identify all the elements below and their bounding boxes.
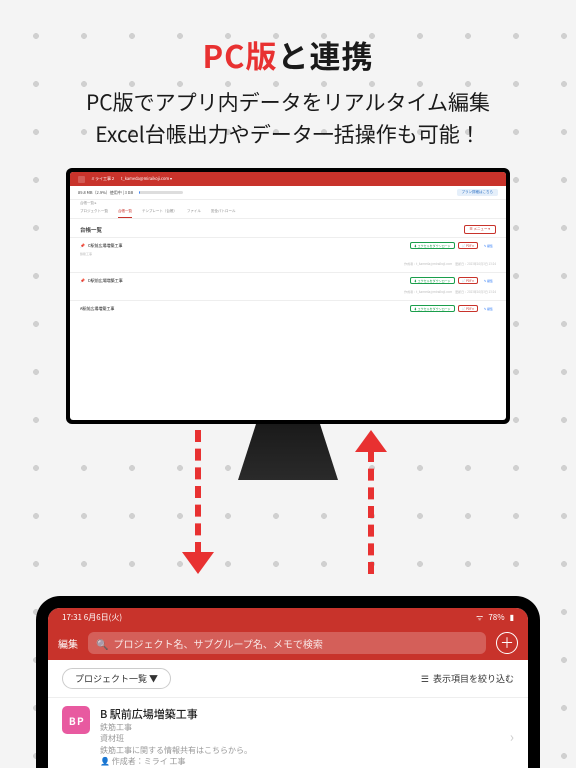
ledger-row[interactable]: 📌D駅前広場増築工事 ⬇ エクセルをダウンロード 📄 PDF ▾ ✎ 編集 作成…: [70, 272, 506, 300]
add-button[interactable]: ＋: [496, 632, 518, 654]
row-title: D駅前広場増築工事: [88, 278, 123, 284]
project-card[interactable]: B P B 駅前広場増築工事 鉄筋工事 資材班 鉄筋工事に関する情報共有はこちら…: [48, 698, 528, 768]
tab-safety[interactable]: 安全パトロール: [211, 209, 236, 218]
arrow-down-icon: [195, 430, 214, 574]
pin-icon: 📌: [80, 278, 85, 284]
user-email[interactable]: t_kameda@miraikoji.com ▾: [121, 176, 172, 182]
filter-row: プロジェクト一覧 ▼ ☰表示項目を絞り込む: [48, 660, 528, 698]
ledger-row[interactable]: A駅前広場増築工事 ⬇ エクセルをダウンロード 📄 PDF ▾ ✎ 編集: [70, 300, 506, 318]
headline: PC版と連携: [0, 0, 576, 77]
chevron-right-icon: ›: [510, 727, 514, 747]
pin-icon: 📌: [80, 243, 85, 249]
excel-download-button[interactable]: ⬇ エクセルをダウンロード: [410, 305, 455, 312]
tab-files[interactable]: ファイル: [187, 209, 201, 218]
filter-icon: ☰: [421, 672, 429, 685]
ledger-row[interactable]: 📌C駅前広場増築工事 ⬇ エクセルをダウンロード 📄 PDF ▾ ✎ 編集 鉄筋…: [70, 237, 506, 272]
card-title: B 駅前広場増築工事: [100, 706, 500, 722]
section-menu-button[interactable]: ☰ メニュー ▾: [464, 225, 496, 234]
app-logo-icon: [78, 176, 85, 183]
tablet: 17:31 6月6日(火) ᯤ 78% ▮ 編集 🔍 プロジェクト名、サブグルー…: [36, 596, 540, 768]
wifi-icon: ᯤ: [476, 612, 483, 623]
status-time: 17:31 6月6日(火): [62, 612, 122, 623]
project-badge: B P: [62, 706, 90, 734]
excel-download-button[interactable]: ⬇ エクセルをダウンロード: [410, 242, 455, 249]
tab-ledgers[interactable]: 台帳一覧: [118, 209, 132, 218]
arrow-up-icon: [368, 430, 387, 574]
breadcrumb[interactable]: 台帳一覧 ▸: [70, 200, 506, 207]
subheadline: PC版でアプリ内データをリアルタイム編集 Excel台帳出力やデータ一括操作も可…: [0, 87, 576, 150]
plan-detail-button[interactable]: プラン詳細はこちら: [457, 189, 499, 196]
headline-black: と連携: [278, 32, 374, 77]
search-input[interactable]: 🔍 プロジェクト名、サブグループ名、メモで検索: [88, 632, 486, 654]
row-sub: 鉄筋工事: [80, 252, 496, 256]
search-bar: 編集 🔍 プロジェクト名、サブグループ名、メモで検索 ＋: [48, 626, 528, 660]
filter-columns-button[interactable]: ☰表示項目を絞り込む: [421, 672, 514, 685]
battery-icon: ▮: [510, 612, 514, 623]
pc-monitor: ミライ工事２ t_kameda@miraikoji.com ▾ 89.8 MB（…: [66, 168, 510, 480]
quota-text: 89.8 MB（2.9%）使用中 | 3 GB: [78, 190, 133, 196]
edit-button[interactable]: ✎ 編集: [481, 277, 496, 284]
pdf-button[interactable]: 📄 PDF ▾: [458, 242, 478, 249]
edit-button[interactable]: ✎ 編集: [481, 242, 496, 249]
monitor-stand: [238, 424, 338, 480]
project-list-dropdown[interactable]: プロジェクト一覧 ▼: [62, 668, 171, 689]
battery-text: 78%: [488, 612, 504, 623]
search-icon: 🔍: [96, 636, 108, 651]
pdf-button[interactable]: 📄 PDF ▾: [458, 277, 478, 284]
pc-screen: ミライ工事２ t_kameda@miraikoji.com ▾ 89.8 MB（…: [70, 172, 506, 420]
edit-mode-button[interactable]: 編集: [58, 636, 78, 651]
search-placeholder: プロジェクト名、サブグループ名、メモで検索: [113, 636, 322, 651]
quota-bar: 89.8 MB（2.9%）使用中 | 3 GB プラン詳細はこちら: [70, 186, 506, 200]
tab-templates[interactable]: テンプレート（台帳）: [142, 209, 177, 218]
pc-tabs: プロジェクト一覧 台帳一覧 テンプレート（台帳） ファイル 安全パトロール: [70, 207, 506, 219]
tab-projects[interactable]: プロジェクト一覧: [80, 209, 108, 218]
edit-button[interactable]: ✎ 編集: [481, 305, 496, 312]
row-title: A駅前広場増築工事: [80, 306, 114, 312]
headline-red: PC版: [202, 32, 277, 77]
status-bar: 17:31 6月6日(火) ᯤ 78% ▮: [48, 608, 528, 626]
pc-app-header: ミライ工事２ t_kameda@miraikoji.com ▾: [70, 172, 506, 186]
quota-meter: [139, 191, 183, 194]
section-title: 台帳一覧: [80, 226, 102, 234]
row-title: C駅前広場増築工事: [88, 243, 123, 249]
tablet-screen: 17:31 6月6日(火) ᯤ 78% ▮ 編集 🔍 プロジェクト名、サブグルー…: [48, 608, 528, 768]
app-name: ミライ工事２: [91, 176, 115, 182]
pdf-button[interactable]: 📄 PDF ▾: [458, 305, 478, 312]
excel-download-button[interactable]: ⬇ エクセルをダウンロード: [410, 277, 455, 284]
